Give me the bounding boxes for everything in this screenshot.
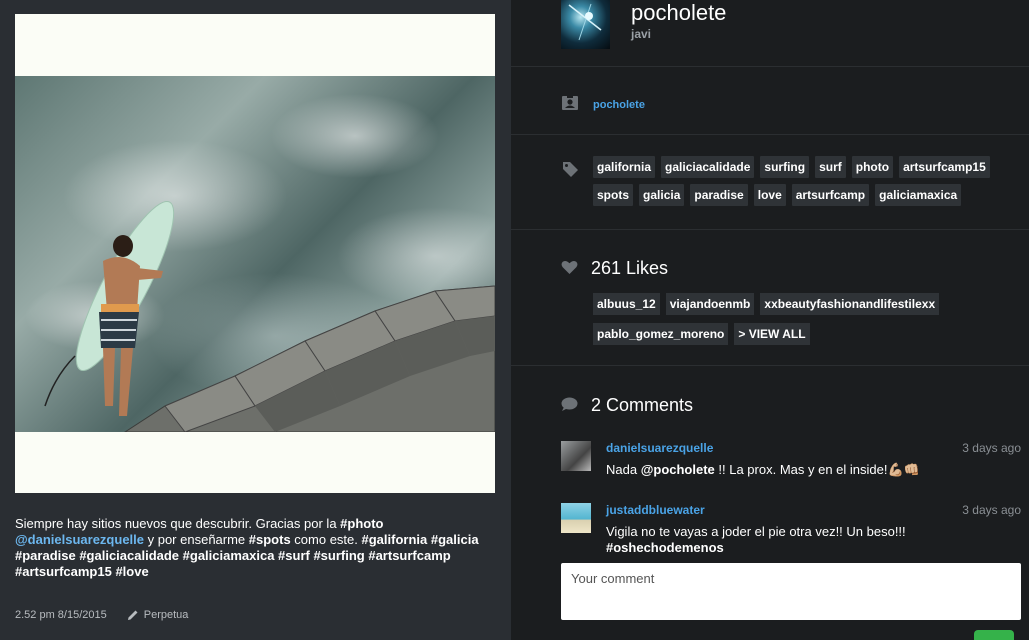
text-span: !! La prox. Mas y en el inside!💪🏼👊🏼 <box>714 462 920 477</box>
hashtag-text[interactable]: #oshechodemenos <box>606 540 724 555</box>
comment-time: 3 days ago <box>962 503 1021 517</box>
divider <box>511 229 1029 230</box>
post-details-pane: pocholete javi pocholete galifornia galic… <box>511 0 1029 640</box>
tag-chip[interactable]: surfing <box>760 156 810 178</box>
tag-chip[interactable]: artsurfcamp15 <box>899 156 990 178</box>
tag-list: galifornia galiciacalidade surfing surf phot… <box>593 156 1013 206</box>
avatar-image <box>568 3 602 41</box>
comment-time: 3 days ago <box>962 441 1021 455</box>
photo-frame <box>15 14 495 493</box>
owner-username[interactable]: pocholete <box>631 0 726 26</box>
pencil-icon <box>127 610 138 620</box>
post-timestamp: 2.52 pm 8/15/2015 <box>15 609 107 621</box>
tag-chip[interactable]: surf <box>815 156 846 178</box>
hashtag-text[interactable]: @pocholete <box>641 462 715 477</box>
divider <box>511 66 1029 67</box>
comment-box <box>561 563 1021 620</box>
send-comment-button[interactable] <box>974 630 1014 640</box>
text-span: y por enseñarme <box>144 532 249 547</box>
mention-link[interactable]: @danielsuarezquelle <box>15 532 144 547</box>
liker-chip[interactable]: xxbeautyfashionandlifestilexx <box>760 293 940 315</box>
heart-icon <box>561 261 578 274</box>
tag-chip[interactable]: galicia <box>639 184 685 206</box>
comments-count: 2 Comments <box>591 395 694 415</box>
text-span: Siempre hay sitios nuevos que descubrir.… <box>15 516 341 531</box>
tag-chip[interactable]: love <box>753 184 786 206</box>
photo-illustration <box>44 200 495 432</box>
owner-fullname: javi <box>631 27 652 41</box>
tag-chip[interactable]: spots <box>593 184 634 206</box>
liker-chip[interactable]: albuus_12 <box>593 293 660 315</box>
hashtag-text[interactable]: #photo <box>340 516 383 531</box>
view-all-likes-button[interactable]: > VIEW ALL <box>734 323 810 345</box>
post-caption: Siempre hay sitios nuevos que descubrir.… <box>15 516 495 580</box>
tag-chip[interactable]: galiciacalidade <box>661 156 755 178</box>
text-span: como este. <box>290 532 362 547</box>
tag-chip[interactable]: photo <box>851 156 894 178</box>
hashtag-text[interactable]: #spots <box>249 532 291 547</box>
likers-list: albuus_12 viajandoenmb xxbeautyfashionandl… <box>593 293 1013 345</box>
commenter-username[interactable]: justaddbluewater <box>606 503 705 517</box>
comment-bubble-icon <box>561 397 578 411</box>
comment-text: Vigila no te vayas a joder el pie otra v… <box>606 524 986 556</box>
owner-avatar[interactable] <box>561 0 610 49</box>
text-span: Nada <box>606 462 641 477</box>
divider <box>511 134 1029 135</box>
filter-label: Perpetua <box>143 609 189 621</box>
text-span: Vigila no te vayas a joder el pie otra v… <box>606 524 906 539</box>
liker-chip[interactable]: viajandoenmb <box>665 293 755 315</box>
post-media-pane: Siempre hay sitios nuevos que descubrir.… <box>0 0 511 640</box>
comment-item: justaddbluewater 3 days ago Vigila no te… <box>561 503 1021 555</box>
comment-text: Nada @pocholete !! La prox. Mas y en el … <box>606 462 986 478</box>
tag-icon <box>563 162 578 177</box>
comment-input[interactable] <box>571 571 1011 612</box>
commenter-avatar[interactable] <box>561 441 591 471</box>
divider <box>511 365 1029 366</box>
post-meta: 2.52 pm 8/15/2015 Perpetua <box>15 609 188 621</box>
tag-chip[interactable]: artsurfcamp <box>791 184 870 206</box>
commenter-avatar[interactable] <box>561 503 591 533</box>
liker-chip[interactable]: pablo_gomez_moreno <box>593 323 729 345</box>
user-badge-icon <box>562 94 578 110</box>
likes-count: 261 Likes <box>591 258 669 278</box>
tag-chip[interactable]: galifornia <box>593 156 656 178</box>
edit-filter-button[interactable]: Perpetua <box>127 609 189 621</box>
owner-profile-link[interactable]: pocholete <box>593 99 645 111</box>
tag-chip[interactable]: galiciamaxica <box>875 184 962 206</box>
commenter-username[interactable]: danielsuarezquelle <box>606 441 713 455</box>
tag-chip[interactable]: paradise <box>690 184 748 206</box>
comment-item: danielsuarezquelle 3 days ago Nada @poch… <box>561 441 1021 481</box>
post-photo[interactable] <box>15 76 495 432</box>
